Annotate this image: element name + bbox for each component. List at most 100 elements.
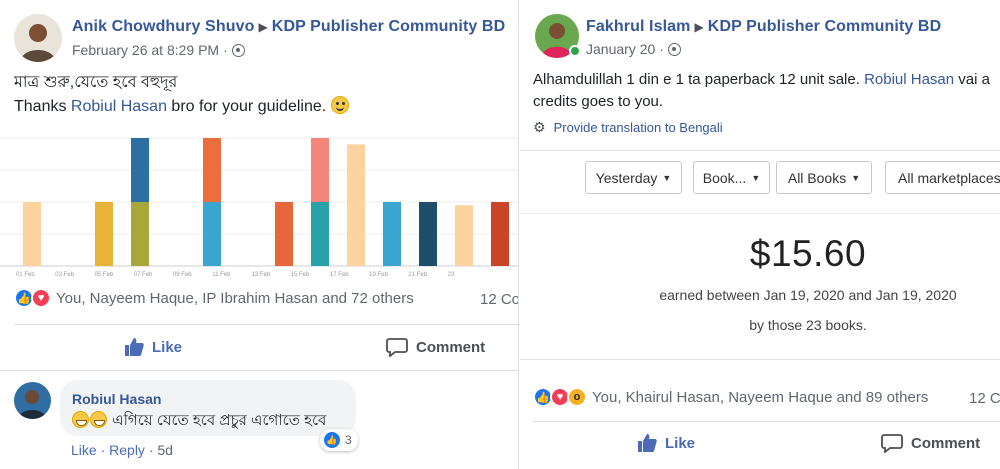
globe-icon (667, 42, 681, 56)
comment-actions: Like · Reply · 5d (71, 442, 173, 458)
chart-bar-5-segment-1 (311, 138, 329, 202)
like-reaction-icon: 👍 (323, 431, 341, 449)
chart-bar-2-segment-1 (131, 138, 149, 202)
chart-bar-5-segment-0 (311, 202, 329, 266)
comment-label: Comment (416, 338, 486, 356)
reactions-summary[interactable]: 👍 ♥ o You, Khairul Hasan, Nayeem Haque a… (533, 387, 928, 407)
post-right: Fakhrul Islam ▶ KDP Publisher Community BD… (518, 0, 1000, 469)
divider (14, 324, 518, 325)
post-timestamp[interactable]: January 20 (586, 41, 655, 57)
post-text-line-2: Thanks Robiul Hasan bro for your guideli… (14, 94, 349, 119)
chart-bar-3-segment-1 (203, 138, 221, 202)
post-text-line-2: credits goes to you. (533, 93, 664, 110)
post-header: Fakhrul Islam ▶ KDP Publisher Community BD (586, 18, 941, 36)
comment-text: এগিয়ে যেতে হবে প্রচুর এগোতে হবে (112, 412, 327, 429)
like-button[interactable]: Like (637, 433, 695, 453)
chart-bar-10-segment-0 (491, 202, 509, 266)
wow-reaction-icon: o (567, 387, 587, 407)
speech-bubble-icon (386, 338, 408, 357)
comment-reply-link[interactable]: Reply (109, 442, 145, 458)
book-dropdown[interactable]: Book... ▼ (693, 161, 770, 194)
kdp-sales-screenshot: Yesterday ▼ Book... ▼ All Books ▼ All marke… (520, 150, 1000, 360)
post-text-line-1: মাত্র শুরু,যেতে হবে বহুদূর (14, 74, 178, 91)
chart-bar-6-segment-0 (347, 144, 365, 266)
chart-bar-8-segment-0 (419, 202, 437, 266)
commenter-name[interactable]: Robiul Hasan (72, 391, 161, 407)
translate-label: Provide translation to Bengali (553, 120, 723, 135)
comment-age[interactable]: 5d (157, 442, 173, 458)
group-name[interactable]: KDP Publisher Community BD (272, 18, 505, 35)
earnings-period: earned between Jan 19, 2020 and Jan 19, … (659, 287, 957, 303)
post-header: Anik Chowdhury Shuvo ▶ KDP Publisher Commu… (72, 18, 505, 36)
meta-separator: · (659, 41, 664, 57)
reactions-text: You, Nayeem Haque, IP Ibrahim Hasan and … (56, 289, 414, 307)
comments-count[interactable]: 12 Co (480, 291, 518, 308)
comment-button[interactable]: Comment (881, 433, 980, 453)
smile-emoji-icon (330, 96, 349, 114)
arrow-right-icon: ▶ (258, 20, 268, 34)
chart-bar-1-segment-0 (95, 202, 113, 266)
separator: · (100, 442, 106, 458)
text-prefix: Alhamdulillah 1 din e 1 ta paperback 12 … (533, 71, 865, 88)
x-tick-label: 17 Feb (330, 272, 349, 278)
panel-divider (520, 213, 1000, 214)
x-tick-label: 05 Feb (94, 272, 113, 278)
x-tick-label: 07 Feb (134, 272, 153, 278)
x-tick-label: 11 Feb (212, 272, 231, 278)
x-tick-label: 01 Feb (16, 272, 35, 278)
dropdown-label: All Books (787, 169, 847, 186)
commenter-avatar[interactable] (14, 382, 51, 419)
comments-count[interactable]: 12 Co (969, 390, 1000, 407)
group-name[interactable]: KDP Publisher Community BD (708, 18, 941, 35)
meta-separator: · (223, 42, 228, 58)
chart-bar-2-segment-0 (131, 202, 149, 266)
dropdown-label: Yesterday (595, 169, 658, 186)
like-label: Like (152, 338, 183, 356)
arrow-right-icon: ▶ (694, 20, 704, 34)
post-timestamp[interactable]: February 26 at 8:29 PM (72, 42, 219, 58)
online-status-dot (569, 45, 581, 57)
globe-icon (231, 43, 245, 57)
thumbs-up-icon (125, 338, 144, 356)
divider (533, 421, 1000, 422)
reaction-count: 3 (345, 433, 352, 447)
dropdown-label: All marketplaces (898, 169, 1000, 186)
translate-link[interactable]: ⚙ Provide translation to Bengali (533, 119, 723, 136)
separator: · (148, 442, 154, 458)
post-meta: February 26 at 8:29 PM · (72, 42, 245, 58)
author-name[interactable]: Fakhrul Islam (586, 18, 690, 35)
books-count: by those 23 books. (749, 317, 867, 333)
comment-like-link[interactable]: Like (71, 442, 97, 458)
comment-button[interactable]: Comment (386, 337, 485, 357)
x-tick-label: 09 Feb (173, 272, 192, 278)
chart-bar-4-segment-0 (275, 202, 293, 266)
all-books-dropdown[interactable]: All Books ▼ (776, 161, 872, 194)
text-prefix: Thanks (14, 98, 71, 115)
caret-down-icon: ▼ (751, 172, 761, 183)
comment-label: Comment (911, 434, 981, 452)
x-tick-label: 23 (448, 272, 455, 278)
reactions-summary[interactable]: 👍 ♥ You, Nayeem Haque, IP Ibrahim Hasan … (14, 288, 414, 308)
date-range-dropdown[interactable]: Yesterday ▼ (585, 161, 682, 194)
thumbs-up-icon (638, 434, 657, 452)
caret-down-icon: ▼ (662, 172, 672, 183)
author-avatar[interactable] (14, 14, 62, 62)
like-label: Like (665, 434, 696, 452)
chart-bar-9-segment-0 (455, 205, 473, 266)
mention-link[interactable]: Robiul Hasan (71, 98, 167, 115)
post-meta: January 20 · (586, 41, 681, 57)
chart-bar-3-segment-0 (203, 202, 221, 266)
caret-down-icon: ▼ (851, 172, 861, 183)
like-button[interactable]: Like (124, 337, 182, 357)
speech-bubble-icon (881, 434, 903, 453)
author-name[interactable]: Anik Chowdhury Shuvo (72, 18, 254, 35)
chart-bar-0-segment-0 (23, 202, 41, 266)
mention-link[interactable]: Robiul Hasan (864, 71, 954, 88)
reactions-text: You, Khairul Hasan, Nayeem Haque and 89 … (592, 388, 929, 406)
chart-bar-7-segment-0 (383, 202, 401, 266)
marketplaces-dropdown[interactable]: All marketplaces (885, 161, 1000, 194)
avatar-photo-icon (14, 14, 62, 62)
text-suffix: bro for your guideline. (166, 98, 327, 115)
comment-reaction-count[interactable]: 👍 3 (320, 429, 358, 451)
x-tick-label: 19 Feb (369, 272, 388, 278)
